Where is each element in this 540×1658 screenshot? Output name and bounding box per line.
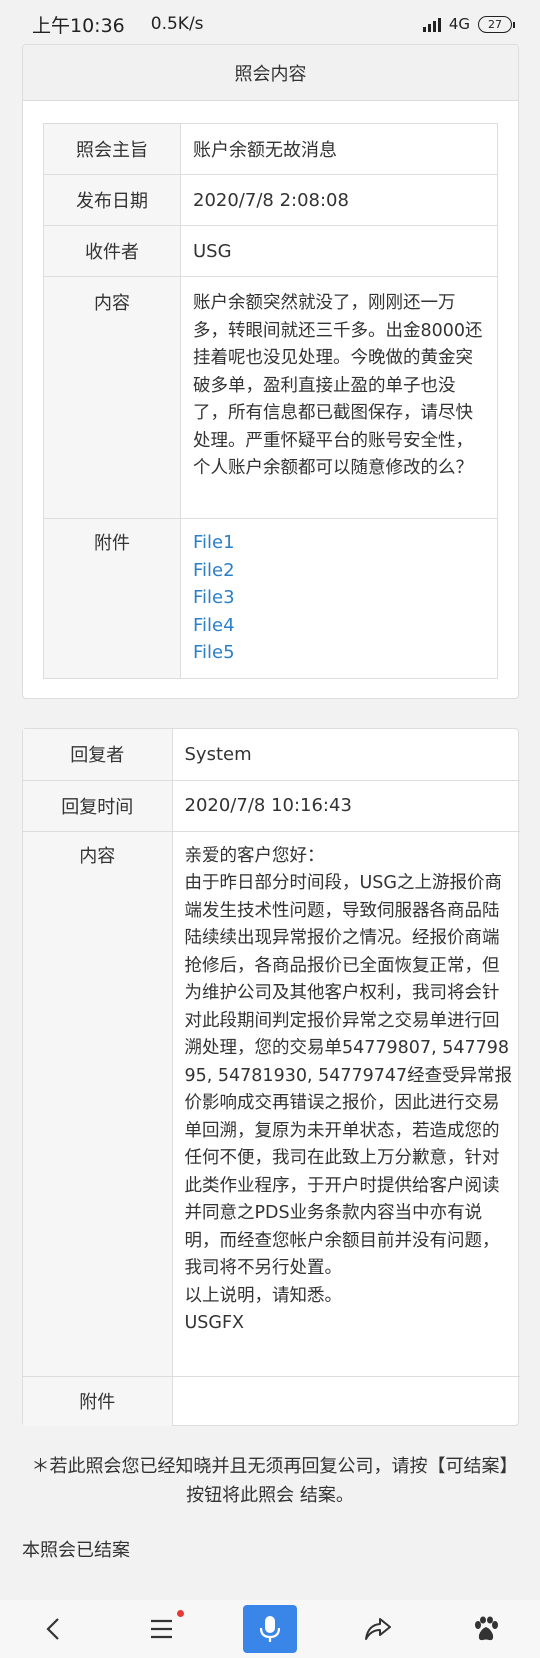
status-icons: 4G 27 bbox=[422, 15, 515, 33]
closed-status: 本照会已结案 bbox=[22, 1540, 130, 1561]
date-value: 2020/7/8 2:08:08 bbox=[180, 174, 498, 226]
file-link[interactable]: File2 bbox=[193, 557, 487, 585]
reply-time-label: 回复时间 bbox=[23, 779, 173, 832]
recipient-label: 收件者 bbox=[43, 225, 181, 277]
reply-attachment-value bbox=[171, 1375, 520, 1426]
table-row: 发布日期 2020/7/8 2:08:08 bbox=[43, 174, 498, 226]
reply-closing: 以上说明，请知悉。 bbox=[184, 1285, 343, 1306]
reply-table: 回复者 System 回复时间 2020/7/8 10:16:43 内容 亲爱的… bbox=[23, 729, 520, 1426]
battery-level: 27 bbox=[488, 17, 502, 31]
share-icon bbox=[365, 1618, 391, 1640]
attachment-label: 附件 bbox=[43, 518, 181, 679]
file-link[interactable]: File1 bbox=[193, 529, 487, 557]
battery-icon: 27 bbox=[478, 15, 515, 33]
status-bar: 上午10:36 0.5K/s 4G 27 bbox=[0, 0, 540, 48]
table-row: 内容 亲爱的客户您好： 由于昨日部分时间段，USG之上游报价商端发生技术性问题，… bbox=[23, 830, 520, 1377]
reply-card: 回复者 System 回复时间 2020/7/8 10:16:43 内容 亲爱的… bbox=[22, 728, 520, 1426]
reply-body: 由于昨日部分时间段，USG之上游报价商端发生技术性问题，导致伺服器各商品陆陆续续… bbox=[184, 873, 513, 1278]
subject-value: 账户余额无故消息 bbox=[180, 123, 498, 175]
table-row: 附件 bbox=[23, 1375, 520, 1426]
inquiry-table: 照会主旨 账户余额无故消息 发布日期 2020/7/8 2:08:08 收件者 … bbox=[43, 123, 498, 679]
signal-icon bbox=[422, 16, 441, 32]
replier-label: 回复者 bbox=[23, 729, 173, 781]
baidu-button[interactable] bbox=[432, 1600, 540, 1658]
notification-dot bbox=[177, 1610, 184, 1617]
microphone-icon bbox=[259, 1616, 281, 1642]
menu-icon bbox=[151, 1619, 172, 1639]
voice-button[interactable] bbox=[216, 1600, 324, 1658]
reply-signature: USGFX bbox=[184, 1313, 245, 1333]
reply-time-value: 2020/7/8 10:16:43 bbox=[171, 779, 520, 832]
recipient-value: USG bbox=[180, 225, 498, 277]
back-icon bbox=[46, 1618, 59, 1640]
share-button[interactable] bbox=[324, 1600, 432, 1658]
content-label: 内容 bbox=[43, 276, 181, 519]
table-row: 回复者 System bbox=[23, 729, 520, 781]
date-label: 发布日期 bbox=[43, 174, 181, 226]
file-link[interactable]: File5 bbox=[193, 639, 487, 667]
bottom-nav bbox=[0, 1600, 540, 1658]
reply-attachment-label: 附件 bbox=[23, 1375, 173, 1426]
reply-content-value: 亲爱的客户您好： 由于昨日部分时间段，USG之上游报价商端发生技术性问题，导致伺… bbox=[171, 830, 520, 1377]
close-notice: ＊若此照会您已经知晓并且无须再回复公司，请按【可结案】按钮将此照会 结案。 bbox=[31, 1456, 509, 1506]
table-row: 附件 File1 File2 File3 File4 File5 bbox=[43, 518, 498, 679]
table-row: 照会主旨 账户余额无故消息 bbox=[43, 123, 498, 175]
network-speed: 0.5K/s bbox=[150, 14, 204, 34]
subject-label: 照会主旨 bbox=[43, 123, 181, 175]
mic-button-bg bbox=[243, 1605, 297, 1653]
status-time: 上午10:36 bbox=[32, 14, 125, 37]
inquiry-card: 照会内容 照会主旨 账户余额无故消息 发布日期 2020/7/8 2:08:08… bbox=[22, 44, 519, 699]
file-link[interactable]: File3 bbox=[193, 584, 487, 612]
inquiry-card-title: 照会内容 bbox=[23, 45, 518, 101]
network-type: 4G bbox=[448, 15, 470, 33]
content-value: 账户余额突然就没了，刚刚还一万多，转眼间就还三千多。出金8000还挂着呢也没见处… bbox=[180, 276, 498, 519]
table-row: 内容 账户余额突然就没了，刚刚还一万多，转眼间就还三千多。出金8000还挂着呢也… bbox=[43, 276, 498, 519]
attachment-files: File1 File2 File3 File4 File5 bbox=[180, 518, 498, 679]
table-row: 收件者 USG bbox=[43, 225, 498, 277]
baidu-paw-icon bbox=[475, 1616, 498, 1641]
replier-value: System bbox=[171, 729, 520, 781]
reply-content-label: 内容 bbox=[23, 830, 173, 1377]
file-link[interactable]: File4 bbox=[193, 612, 487, 640]
reply-greeting: 亲爱的客户您好： bbox=[184, 845, 325, 866]
table-row: 回复时间 2020/7/8 10:16:43 bbox=[23, 779, 520, 832]
back-button[interactable] bbox=[0, 1600, 108, 1658]
menu-button[interactable] bbox=[108, 1600, 216, 1658]
